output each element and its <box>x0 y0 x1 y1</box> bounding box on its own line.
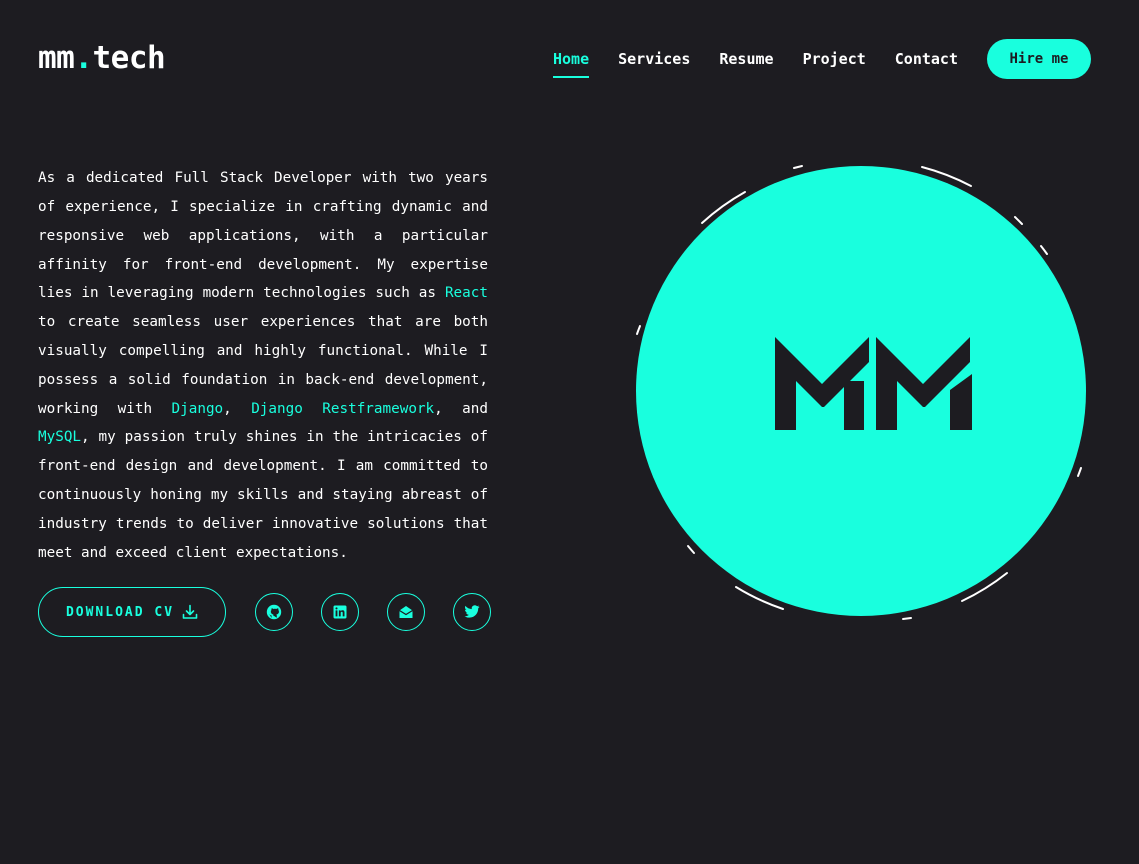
download-cv-label: DOWNLOAD CV <box>65 604 175 620</box>
nav-link-home[interactable]: Home <box>553 39 590 79</box>
github-link[interactable] <box>255 593 293 631</box>
nav-link-resume[interactable]: Resume <box>719 39 773 79</box>
hire-me-button[interactable]: Hire me <box>987 39 1091 79</box>
linkedin-link[interactable] <box>321 593 359 631</box>
tech-react: React <box>444 285 488 302</box>
mm-monogram-logo <box>775 337 972 430</box>
github-icon <box>266 604 282 620</box>
logo-dot: . <box>74 40 93 76</box>
bio-text-3: , my passion truly shines in the intrica… <box>38 429 488 561</box>
bio-sep-2: , and <box>434 400 488 417</box>
twitter-link[interactable] <box>453 593 491 631</box>
email-icon <box>398 604 414 620</box>
logo-name: mm <box>38 40 75 76</box>
download-icon <box>182 604 198 620</box>
tech-django-restframework: Django Restframework <box>251 400 435 417</box>
bio-sep-1: , <box>223 400 252 417</box>
logo-suffix: tech <box>92 40 166 76</box>
bio-paragraph: As a dedicated Full Stack Developer with… <box>38 164 488 567</box>
tech-mysql: MySQL <box>38 429 82 446</box>
linkedin-icon <box>333 605 347 619</box>
nav-link-services[interactable]: Services <box>618 39 690 79</box>
action-bar: DOWNLOAD CV <box>38 587 491 637</box>
main-nav: Home Services Resume Project Contact Hir… <box>524 39 1091 79</box>
site-logo[interactable]: mm.tech <box>38 38 166 78</box>
site-header: mm.tech Home Services Resume Project Con… <box>0 0 1139 120</box>
nav-link-contact[interactable]: Contact <box>895 39 958 79</box>
twitter-icon <box>464 605 480 619</box>
tech-django: Django <box>171 400 224 417</box>
download-cv-button[interactable]: DOWNLOAD CV <box>38 587 226 637</box>
email-link[interactable] <box>387 593 425 631</box>
nav-link-project[interactable]: Project <box>803 39 866 79</box>
bio-text-1: As a dedicated Full Stack Developer with… <box>38 170 488 302</box>
avatar-graphic <box>620 150 1104 634</box>
